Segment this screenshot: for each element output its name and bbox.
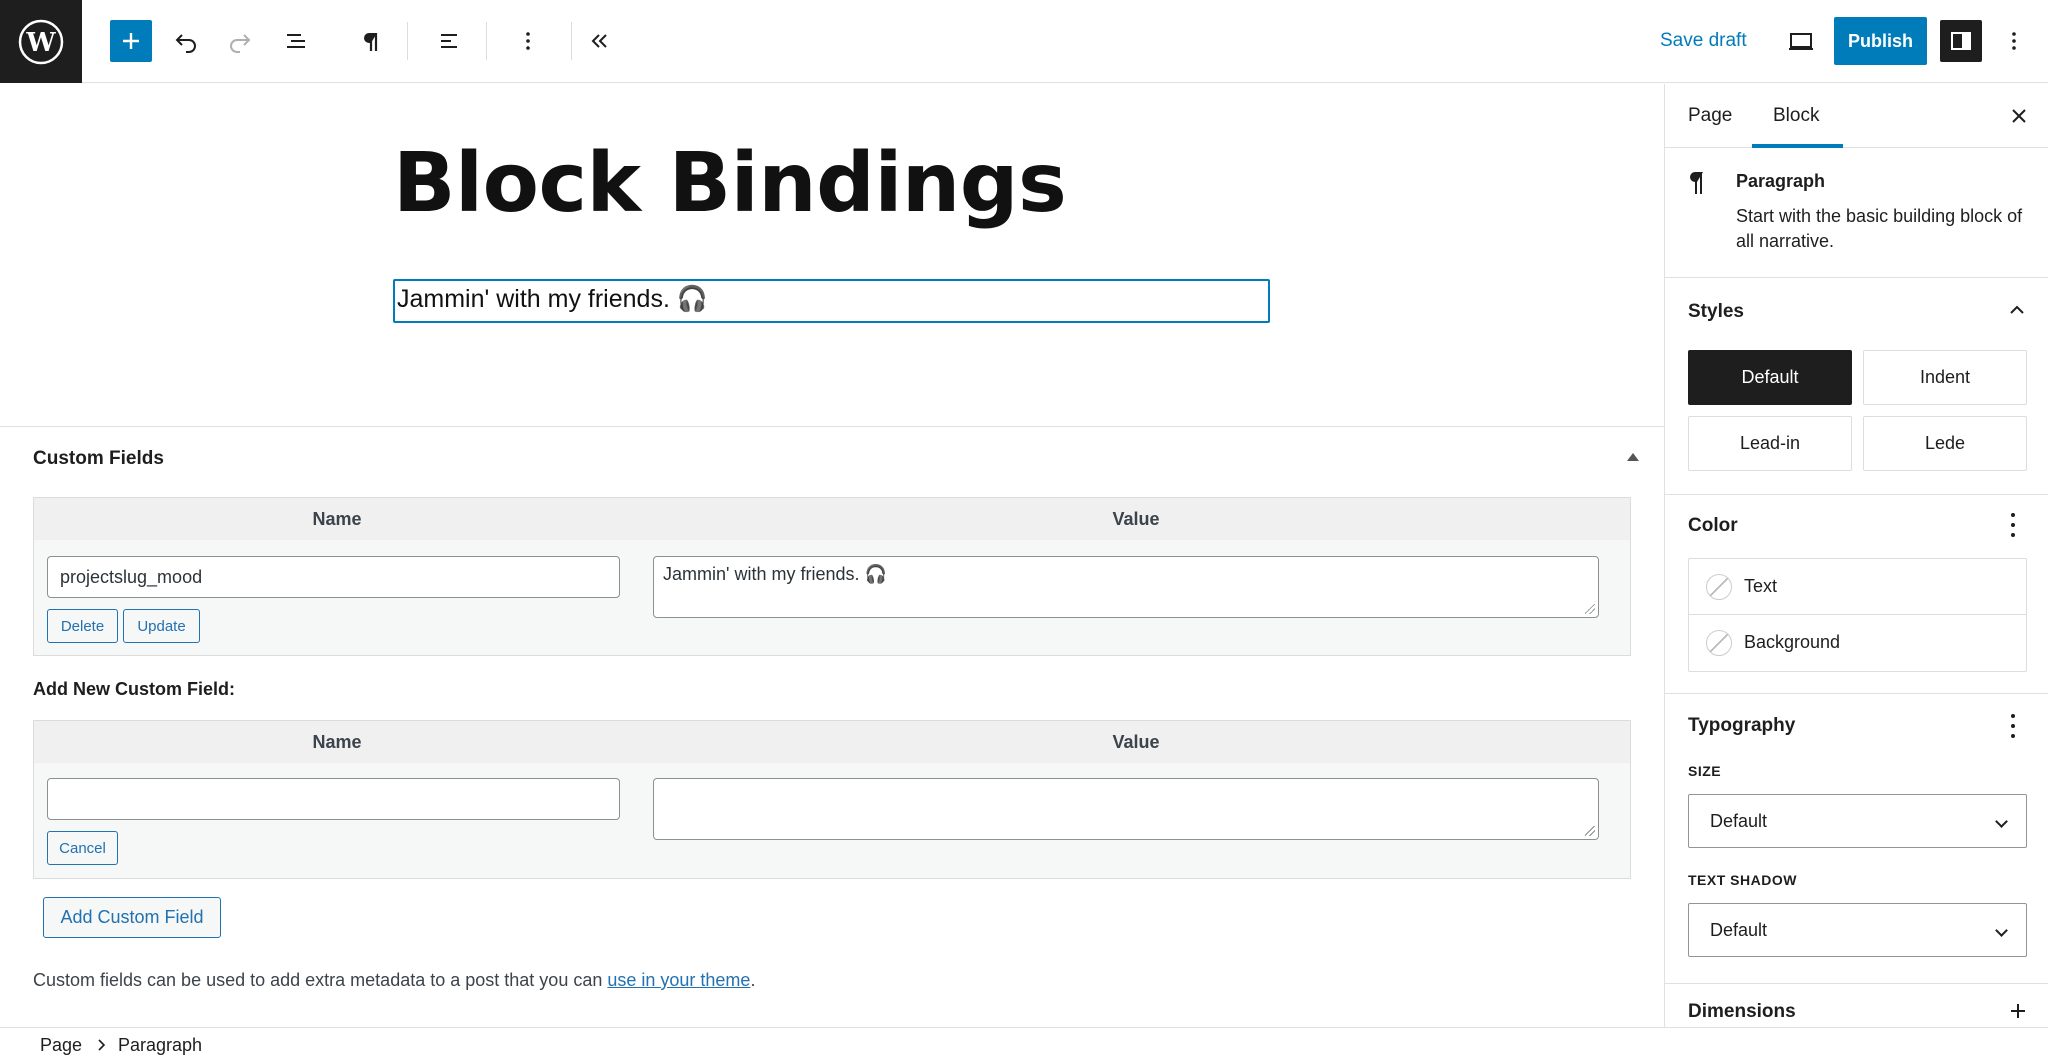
existing-value-text: Jammin' with my friends. 🎧 bbox=[663, 564, 887, 584]
resize-handle-icon[interactable] bbox=[1585, 604, 1595, 614]
panel-divider bbox=[1665, 983, 2048, 984]
publish-button[interactable]: Publish bbox=[1834, 17, 1927, 65]
color-panel-heading: Color bbox=[1688, 515, 1738, 536]
post-title[interactable]: Block Bindings bbox=[393, 136, 1067, 231]
typography-options-icon[interactable] bbox=[2010, 714, 2016, 738]
style-lead-in-button[interactable]: Lead-in bbox=[1688, 416, 1852, 471]
paragraph-block[interactable]: Jammin' with my friends. 🎧 bbox=[393, 279, 1270, 323]
style-default-button[interactable]: Default bbox=[1688, 350, 1852, 405]
chevrons-left-icon[interactable] bbox=[579, 20, 621, 62]
existing-fields-table: Name Value projectslug_mood Jammin' with… bbox=[33, 497, 1631, 656]
empty-swatch-icon bbox=[1706, 630, 1732, 656]
options-icon[interactable] bbox=[1993, 20, 2035, 62]
style-indent-button[interactable]: Indent bbox=[1863, 350, 2027, 405]
name-column-header: Name bbox=[312, 732, 362, 752]
settings-sidebar-icon[interactable] bbox=[1940, 20, 1982, 62]
update-button[interactable]: Update bbox=[123, 609, 200, 643]
new-field-table: Name Value Cancel bbox=[33, 720, 1631, 879]
align-icon[interactable] bbox=[429, 20, 471, 62]
color-item-background[interactable]: Background bbox=[1689, 615, 2026, 671]
tab-page[interactable]: Page bbox=[1688, 105, 1732, 127]
block-card: Paragraph Start with the basic building … bbox=[1665, 148, 2048, 278]
chevron-right-icon bbox=[98, 1039, 106, 1051]
name-column-header: Name bbox=[312, 509, 362, 529]
existing-value-textarea[interactable]: Jammin' with my friends. 🎧 bbox=[653, 556, 1599, 618]
resize-handle-icon[interactable] bbox=[1585, 826, 1595, 836]
close-icon[interactable] bbox=[2005, 102, 2033, 130]
pilcrow-icon[interactable] bbox=[351, 20, 393, 62]
color-item-label: Background bbox=[1744, 632, 1841, 652]
tab-block[interactable]: Block bbox=[1773, 105, 1819, 127]
table-header: Name Value bbox=[34, 721, 1630, 763]
existing-name-input[interactable]: projectslug_mood bbox=[47, 556, 620, 598]
breadcrumb: Page Paragraph bbox=[0, 1027, 2048, 1060]
text-shadow-label: TEXT SHADOW bbox=[1688, 872, 1797, 888]
font-size-value: Default bbox=[1710, 811, 1768, 831]
add-custom-field-button[interactable]: Add Custom Field bbox=[43, 897, 221, 938]
toolbar-divider bbox=[571, 22, 572, 60]
use-in-theme-link[interactable]: use in your theme bbox=[607, 970, 750, 990]
desktop-preview-icon[interactable] bbox=[1780, 20, 1822, 62]
toolbar-divider bbox=[486, 22, 487, 60]
sidebar-tabs: Page Block bbox=[1665, 84, 2048, 148]
color-options-icon[interactable] bbox=[2010, 513, 2016, 537]
text-shadow-select[interactable]: Default bbox=[1688, 903, 2027, 957]
document-overview-icon[interactable] bbox=[275, 20, 317, 62]
help-text: Custom fields can be used to add extra m… bbox=[33, 970, 608, 990]
custom-fields-help: Custom fields can be used to add extra m… bbox=[33, 970, 755, 991]
breadcrumb-page[interactable]: Page bbox=[40, 1035, 82, 1056]
editor-header: W Save draft Publish bbox=[0, 0, 2048, 83]
chevron-down-icon bbox=[1995, 815, 2008, 828]
styles-panel-heading[interactable]: Styles bbox=[1688, 301, 1744, 323]
editor-canvas: Block Bindings Jammin' with my friends. … bbox=[0, 84, 1664, 426]
color-item-group: Text Background bbox=[1688, 558, 2027, 672]
save-draft-button[interactable]: Save draft bbox=[1660, 30, 1747, 52]
chevron-down-icon bbox=[1995, 924, 2008, 937]
wordpress-logo-icon[interactable]: W bbox=[0, 0, 82, 83]
chevron-up-icon[interactable] bbox=[2007, 300, 2027, 320]
redo-icon[interactable] bbox=[219, 20, 261, 62]
block-description: Start with the basic building block of a… bbox=[1736, 206, 2023, 251]
settings-sidebar: Page Block Paragraph Start with the basi… bbox=[1664, 84, 2048, 1027]
style-lede-button[interactable]: Lede bbox=[1863, 416, 2027, 471]
table-header: Name Value bbox=[34, 498, 1630, 540]
custom-fields-metabox: Custom Fields Name Value projectslug_moo… bbox=[0, 426, 1664, 1026]
panel-divider bbox=[1665, 494, 2048, 495]
value-column-header: Value bbox=[1112, 732, 1160, 752]
empty-swatch-icon bbox=[1706, 574, 1732, 600]
new-value-textarea[interactable] bbox=[653, 778, 1599, 840]
add-new-custom-field-label: Add New Custom Field: bbox=[33, 679, 235, 699]
custom-fields-title: Custom Fields bbox=[33, 448, 164, 469]
pilcrow-icon bbox=[1690, 172, 1703, 194]
svg-text:W: W bbox=[25, 28, 56, 58]
dimensions-panel-heading: Dimensions bbox=[1688, 1001, 1796, 1022]
color-item-text[interactable]: Text bbox=[1689, 559, 2026, 615]
value-column-header: Value bbox=[1112, 509, 1160, 529]
panel-divider bbox=[1665, 693, 2048, 694]
help-suffix: . bbox=[750, 970, 756, 990]
size-label: SIZE bbox=[1688, 763, 1722, 779]
font-size-select[interactable]: Default bbox=[1688, 794, 2027, 848]
undo-icon[interactable] bbox=[165, 20, 207, 62]
color-item-label: Text bbox=[1744, 576, 1778, 596]
typography-panel-heading: Typography bbox=[1688, 715, 1796, 736]
block-title: Paragraph bbox=[1736, 171, 1826, 191]
collapse-toggle-icon[interactable] bbox=[1627, 453, 1639, 461]
add-block-plus-icon[interactable] bbox=[110, 20, 152, 62]
toolbar-divider bbox=[407, 22, 408, 60]
delete-button[interactable]: Delete bbox=[47, 609, 118, 643]
cancel-button[interactable]: Cancel bbox=[47, 831, 118, 865]
new-name-input[interactable] bbox=[47, 778, 620, 820]
more-vertical-icon[interactable] bbox=[507, 20, 549, 62]
plus-icon[interactable] bbox=[2008, 1001, 2028, 1021]
text-shadow-value: Default bbox=[1710, 920, 1768, 940]
breadcrumb-paragraph[interactable]: Paragraph bbox=[118, 1035, 202, 1056]
